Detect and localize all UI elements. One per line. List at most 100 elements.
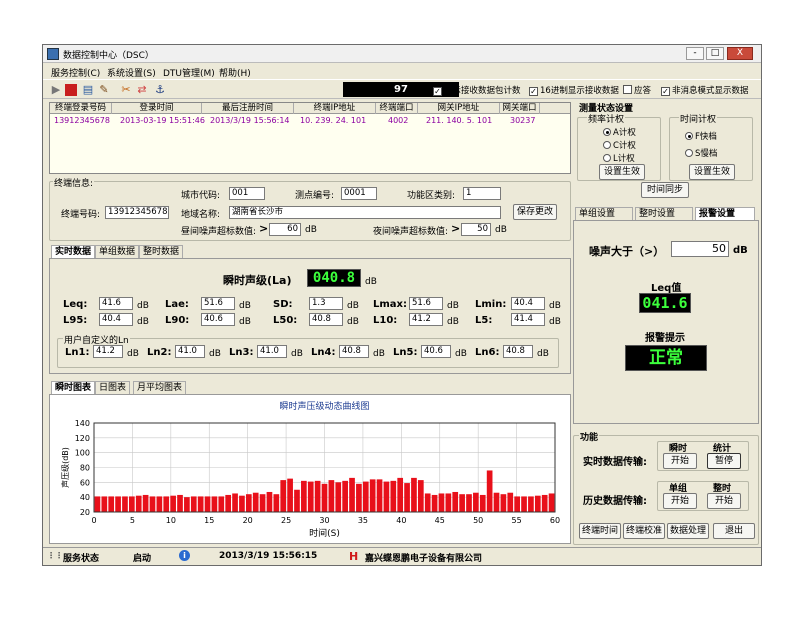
stat-value-field[interactable]: 41.2 [409, 313, 443, 326]
city-code-field[interactable]: 001 [229, 187, 265, 200]
radio-dot[interactable] [603, 128, 611, 136]
checkbox-hex[interactable]: ✓ 16进制显示接收数据 [529, 84, 619, 96]
stat-value-field[interactable]: 1.3 [309, 297, 343, 310]
zone-type-field[interactable]: 1 [463, 187, 501, 200]
menu-service[interactable]: 服务控制(C) [51, 66, 100, 79]
x-tick-label: 20 [243, 516, 253, 525]
col-gateway-ip[interactable]: 网关IP地址 [418, 103, 500, 114]
custom-ln-label: Ln1: [65, 347, 90, 358]
save-changes-button[interactable]: 保存更改 [513, 204, 557, 220]
col-login-number[interactable]: 终端登录号码 [50, 103, 112, 114]
stat-value-field[interactable]: 40.6 [201, 313, 235, 326]
stat-value-field[interactable]: 41.6 [99, 297, 133, 310]
sound-level-chart: 20 40 60 80 100 120 140 0 5 10 15 20 25 30 35 40 45 50 55 6… [60, 400, 560, 539]
settings-icon[interactable]: ▤ [81, 83, 95, 97]
tab-alarm-settings[interactable]: 报警设置 [695, 207, 755, 220]
night-unit: dB [495, 225, 507, 235]
custom-ln-field[interactable]: 41.0 [257, 345, 287, 358]
col-terminal-ip[interactable]: 终端IP地址 [294, 103, 376, 114]
checkbox-show-count[interactable]: ✓ 显示接收数据包计数 [433, 84, 521, 96]
stat-value-field[interactable]: 41.4 [511, 313, 545, 326]
chart-bar [493, 492, 500, 512]
custom-ln-field[interactable]: 40.8 [339, 345, 369, 358]
tab-single-group-data[interactable]: 单组数据 [95, 245, 140, 258]
checkbox-box[interactable]: ✓ [661, 87, 670, 96]
col-last-register[interactable]: 最后注册时间 [202, 103, 294, 114]
col-terminal-port[interactable]: 终端端口 [376, 103, 418, 114]
history-single-start-button[interactable]: 开始 [663, 493, 697, 509]
chart-bar [479, 494, 486, 512]
terminal-number-field[interactable]: 13912345678 [105, 206, 169, 219]
tab-single-group-settings[interactable]: 单组设置 [575, 207, 633, 220]
stat-value-field[interactable]: 40.4 [511, 297, 545, 310]
night-threshold-field[interactable]: 50 [461, 223, 491, 236]
stop-icon[interactable] [65, 84, 77, 96]
checkbox-box[interactable]: ✓ [433, 87, 442, 96]
radio-c-weight[interactable]: C计权 [603, 139, 636, 151]
terminal-calibrate-button[interactable]: 终端校准 [623, 523, 665, 539]
tab-instant-chart[interactable]: 瞬时图表 [51, 381, 96, 394]
minimize-button[interactable]: - [686, 47, 704, 60]
realtime-instant-start-button[interactable]: 开始 [663, 453, 697, 469]
freq-apply-button[interactable]: 设置生效 [599, 164, 645, 180]
custom-ln-field[interactable]: 41.2 [93, 345, 123, 358]
tab-hourly-settings[interactable]: 整时设置 [635, 207, 693, 220]
custom-ln-field[interactable]: 41.0 [175, 345, 205, 358]
chart-bar [232, 493, 238, 512]
transfer-icon[interactable]: ⇄ [135, 83, 149, 97]
menu-system[interactable]: 系统设置(S) [107, 66, 156, 79]
realtime-stats-pause-button[interactable]: 暂停 [707, 453, 741, 469]
area-name-field[interactable]: 湖南省长沙市 [229, 206, 501, 219]
radio-dot[interactable] [685, 132, 693, 140]
radio-dot[interactable] [685, 149, 693, 157]
data-process-button[interactable]: 数据处理 [667, 523, 709, 539]
play-icon[interactable]: ▶ [49, 83, 63, 97]
maximize-button[interactable]: □ [706, 47, 724, 60]
day-threshold-label: 昼间噪声超标数值: [181, 227, 257, 237]
day-threshold-field[interactable]: 60 [269, 223, 301, 236]
clear-icon[interactable]: ✎ [97, 83, 111, 97]
col-gateway-port[interactable]: 网关端口 [500, 103, 540, 114]
alarm-unit: dB [733, 245, 748, 256]
checkbox-label: 应答 [634, 86, 652, 96]
checkbox-nonmsg[interactable]: ✓ 非消息模式显示数据 [661, 84, 749, 96]
tools-icon[interactable]: ✂ [119, 83, 133, 97]
tab-monthly-chart[interactable]: 月平均图表 [133, 381, 187, 394]
stat-label: L10: [373, 315, 398, 326]
chart-bar [411, 477, 417, 512]
radio-dot[interactable] [603, 141, 611, 149]
exit-button[interactable]: 退出 [713, 523, 755, 539]
x-tick-label: 50 [473, 516, 483, 525]
stat-value-field[interactable]: 40.4 [99, 313, 133, 326]
custom-ln-field[interactable]: 40.8 [503, 345, 533, 358]
terminal-grid[interactable]: 终端登录号码 登录时间 最后注册时间 终端IP地址 终端端口 网关IP地址 网关… [49, 102, 571, 174]
checkbox-ack[interactable]: 应答 [623, 84, 651, 96]
night-gt-sign: > [451, 222, 461, 235]
tab-realtime-data[interactable]: 实时数据 [51, 245, 96, 258]
radio-fast[interactable]: F快档 [685, 130, 717, 142]
checkbox-box[interactable] [623, 85, 632, 94]
checkbox-box[interactable]: ✓ [529, 87, 538, 96]
radio-slow[interactable]: S慢档 [685, 147, 717, 159]
point-no-field[interactable]: 0001 [341, 187, 377, 200]
stat-value-field[interactable]: 51.6 [201, 297, 235, 310]
close-button[interactable]: X [727, 47, 753, 60]
stat-unit: dB [549, 301, 561, 311]
tab-daily-chart[interactable]: 日图表 [95, 381, 131, 394]
history-hourly-start-button[interactable]: 开始 [707, 493, 741, 509]
radio-a-weight[interactable]: A计权 [603, 126, 636, 138]
stat-value-field[interactable]: 51.6 [409, 297, 443, 310]
terminal-time-button[interactable]: 终端时间 [579, 523, 621, 539]
time-sync-button[interactable]: 时间同步 [641, 182, 689, 198]
radio-dot[interactable] [603, 154, 611, 162]
stat-value-field[interactable]: 40.8 [309, 313, 343, 326]
custom-ln-field[interactable]: 40.6 [421, 345, 451, 358]
col-login-time[interactable]: 登录时间 [112, 103, 202, 114]
radio-l-weight[interactable]: L计权 [603, 152, 635, 164]
alarm-threshold-field[interactable]: 50 [671, 241, 729, 257]
time-apply-button[interactable]: 设置生效 [689, 164, 735, 180]
menu-dtu[interactable]: DTU管理(M) [163, 66, 215, 79]
anchor-icon[interactable]: ⚓ [153, 83, 167, 97]
tab-hourly-data[interactable]: 整时数据 [139, 245, 184, 258]
menu-help[interactable]: 帮助(H) [219, 66, 251, 79]
